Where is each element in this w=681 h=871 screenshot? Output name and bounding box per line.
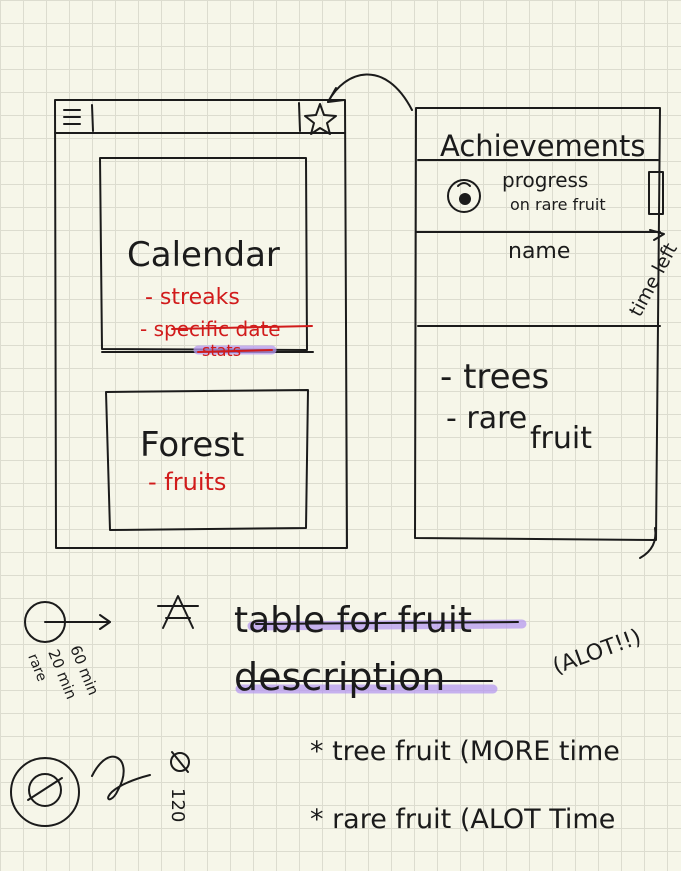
calendar-title: Calendar [127,235,280,275]
achievements-star-icon[interactable] [298,102,337,135]
home-screen-wireframe: Calendar - streaks - specific date stats… [54,73,413,549]
note-table-for-fruit: table for fruit [234,600,472,641]
calendar-card[interactable]: Calendar - streaks - specific date stats [99,157,314,360]
progress-subtitle: on rare fruit [510,195,606,214]
progress-bar [648,171,664,215]
time-left-arrow [649,229,665,241]
timer-doodle-icon [24,601,111,643]
wireframe-sketch: Calendar - streaks - specific date stats… [10,73,681,835]
progress-label: progress [502,168,588,192]
star-mark-icon [157,595,199,629]
fruit-doodle-icon [10,757,80,827]
hamburger-menu-icon[interactable] [63,104,94,132]
note-120: 120 [167,788,188,822]
calendar-item-streaks: - streaks [145,285,240,310]
note-rare-fruit: * rare fruit (ALOT Time [310,804,615,835]
list-item-rare: - rare [446,401,527,436]
time-left-label: time left [625,240,681,321]
achievements-title: Achievements [440,129,646,163]
forest-card[interactable]: Forest - fruits [105,389,309,531]
notes-section: table for fruit description (ALOT!!) * t… [10,595,645,835]
note-alot: (ALOT!!) [550,625,645,680]
rare-fruit-icon [447,179,481,213]
forest-item-fruits: - fruits [148,468,226,496]
scribble [91,755,151,801]
navigation-arrow [327,73,413,111]
list-item-trees: - trees [440,357,549,397]
note-tree-fruit: * tree fruit (MORE time [310,736,620,767]
note-description: description [234,655,445,699]
achievements-screen-wireframe: Achievements progress on rare fruit name… [414,107,681,559]
scroll-curve [639,527,657,559]
list-item-fruit: fruit [530,421,592,456]
pin-doodle-icon [170,751,190,773]
forest-title: Forest [140,425,244,465]
achievement-name: name [508,239,570,264]
